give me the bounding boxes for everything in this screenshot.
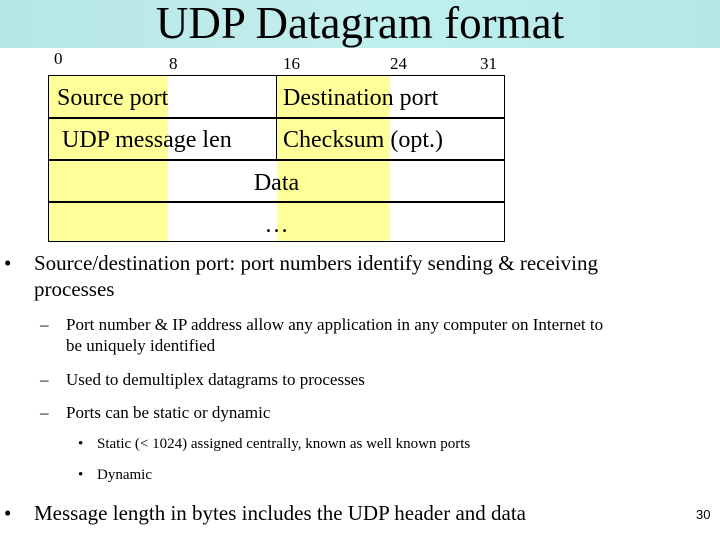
field-source-port: Source port xyxy=(57,85,169,111)
sub-sub-bullet-text: Static (< 1024) assigned centrally, know… xyxy=(97,436,471,452)
field-checksum: Checksum (opt.) xyxy=(283,127,443,153)
slide-title-container: UDP Datagram format xyxy=(0,0,720,48)
sub-sub-bullet-text: Dynamic xyxy=(97,467,152,483)
field-data-continued: … xyxy=(264,212,289,238)
bullet-text: Message length in bytes includes the UDP… xyxy=(34,501,527,525)
udp-header-diagram: Source port Destination port UDP message… xyxy=(48,75,505,242)
row-divider-3 xyxy=(49,201,504,203)
sub-bullet-text: Ports can be static or dynamic xyxy=(66,403,271,422)
sub-bullet-marker: – xyxy=(40,403,49,422)
field-destination-port: Destination port xyxy=(283,85,439,111)
bit-marker-24: 24 xyxy=(390,54,407,73)
bullet-text-continued: processes xyxy=(34,277,115,301)
field-udp-message-len: UDP message len xyxy=(62,127,232,153)
bullet-text: Source/destination port: port numbers id… xyxy=(34,251,598,275)
bit-marker-8: 8 xyxy=(169,54,178,73)
slide-title: UDP Datagram format xyxy=(155,0,565,48)
sub-bullet-text: Used to demultiplex datagrams to process… xyxy=(66,370,365,389)
sub-bullet-text: Port number & IP address allow any appli… xyxy=(66,315,604,334)
sub-sub-bullet-marker: • xyxy=(78,436,84,452)
field-data: Data xyxy=(253,170,300,196)
page-number: 30 xyxy=(696,507,711,522)
sub-bullet-text-continued: be uniquely identified xyxy=(66,336,216,355)
bit-marker-0: 0 xyxy=(54,49,63,68)
sub-bullet-marker: – xyxy=(40,315,49,334)
sub-sub-bullet-marker: • xyxy=(78,467,84,483)
sub-bullet-marker: – xyxy=(40,370,49,389)
bullet-marker: • xyxy=(4,501,12,525)
bit-marker-31: 31 xyxy=(480,54,497,73)
column-divider xyxy=(276,76,277,160)
bullet-marker: • xyxy=(4,251,12,275)
bit-marker-16: 16 xyxy=(283,54,300,73)
